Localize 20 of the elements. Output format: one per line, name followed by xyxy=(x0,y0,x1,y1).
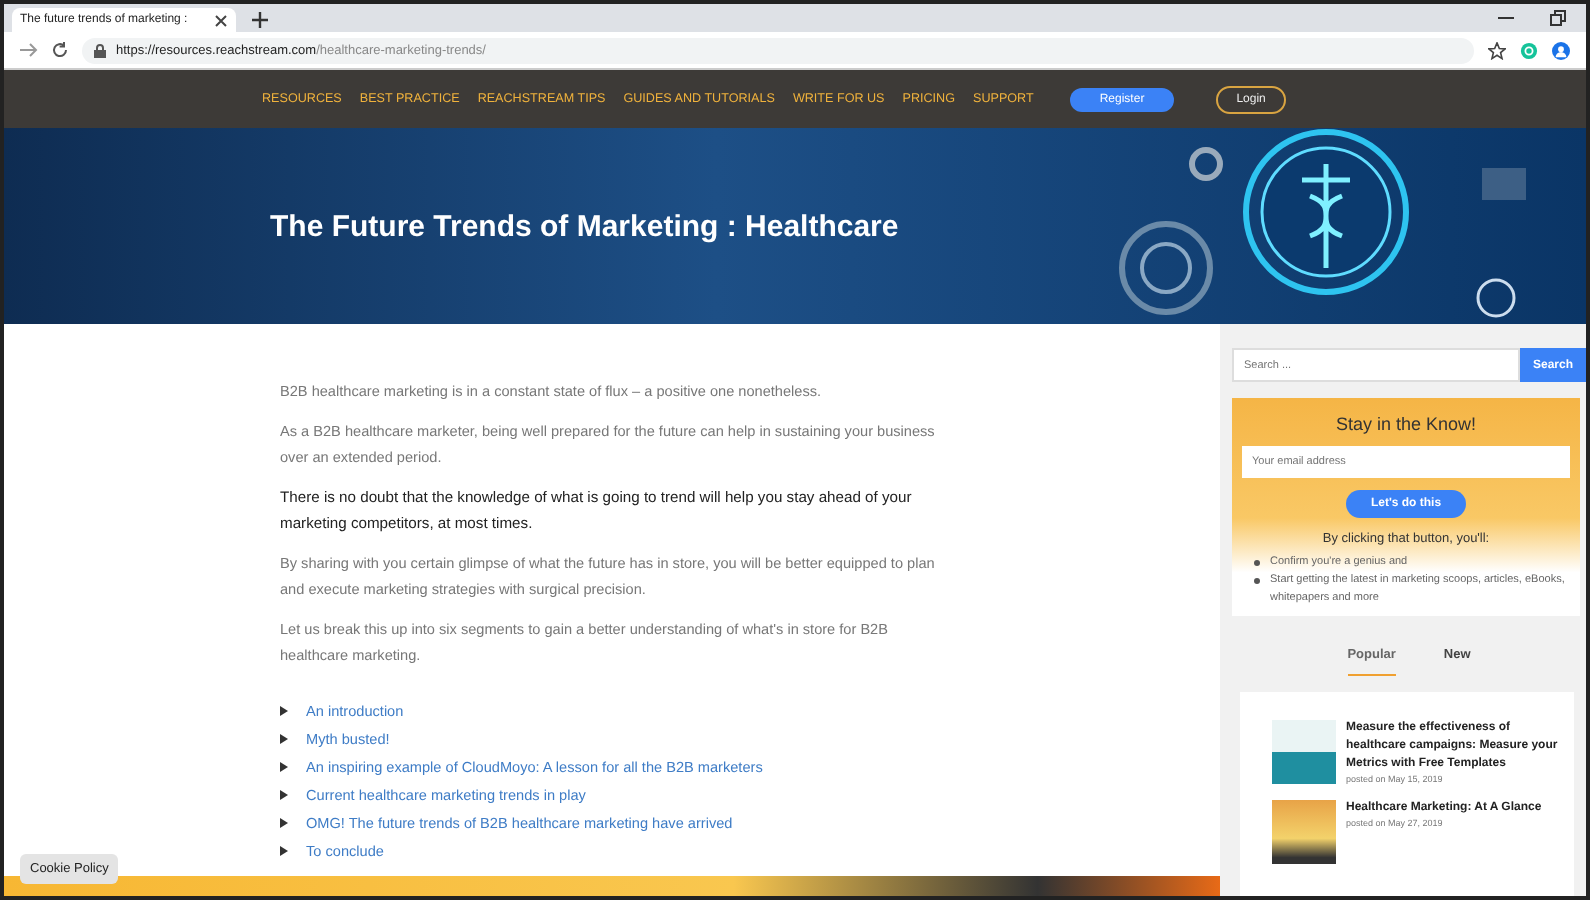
reload-icon[interactable] xyxy=(52,42,68,58)
bullet-icon xyxy=(1254,578,1260,584)
bullet-icon xyxy=(1254,560,1260,566)
bullet-icon xyxy=(280,789,288,799)
close-icon[interactable] xyxy=(214,13,228,27)
hero-title: The Future Trends of Marketing : Healthcare xyxy=(270,209,899,243)
restore-icon[interactable] xyxy=(1550,10,1566,26)
bullet-icon xyxy=(280,705,288,715)
thumbnail-placeholder xyxy=(1272,800,1336,864)
subscribe-title: Stay in the Know! xyxy=(1335,414,1477,434)
forward-arrow-icon[interactable] xyxy=(20,42,38,58)
bullet-icon xyxy=(280,817,288,827)
bullet-icon xyxy=(280,845,288,855)
star-icon[interactable] xyxy=(1488,41,1506,59)
lock-icon xyxy=(94,43,106,57)
new-tab-icon[interactable] xyxy=(252,12,268,28)
profile-icon[interactable] xyxy=(1552,41,1570,59)
thumbnail-placeholder xyxy=(1272,720,1336,784)
bullet-icon xyxy=(280,733,288,743)
bullet-icon xyxy=(280,761,288,771)
